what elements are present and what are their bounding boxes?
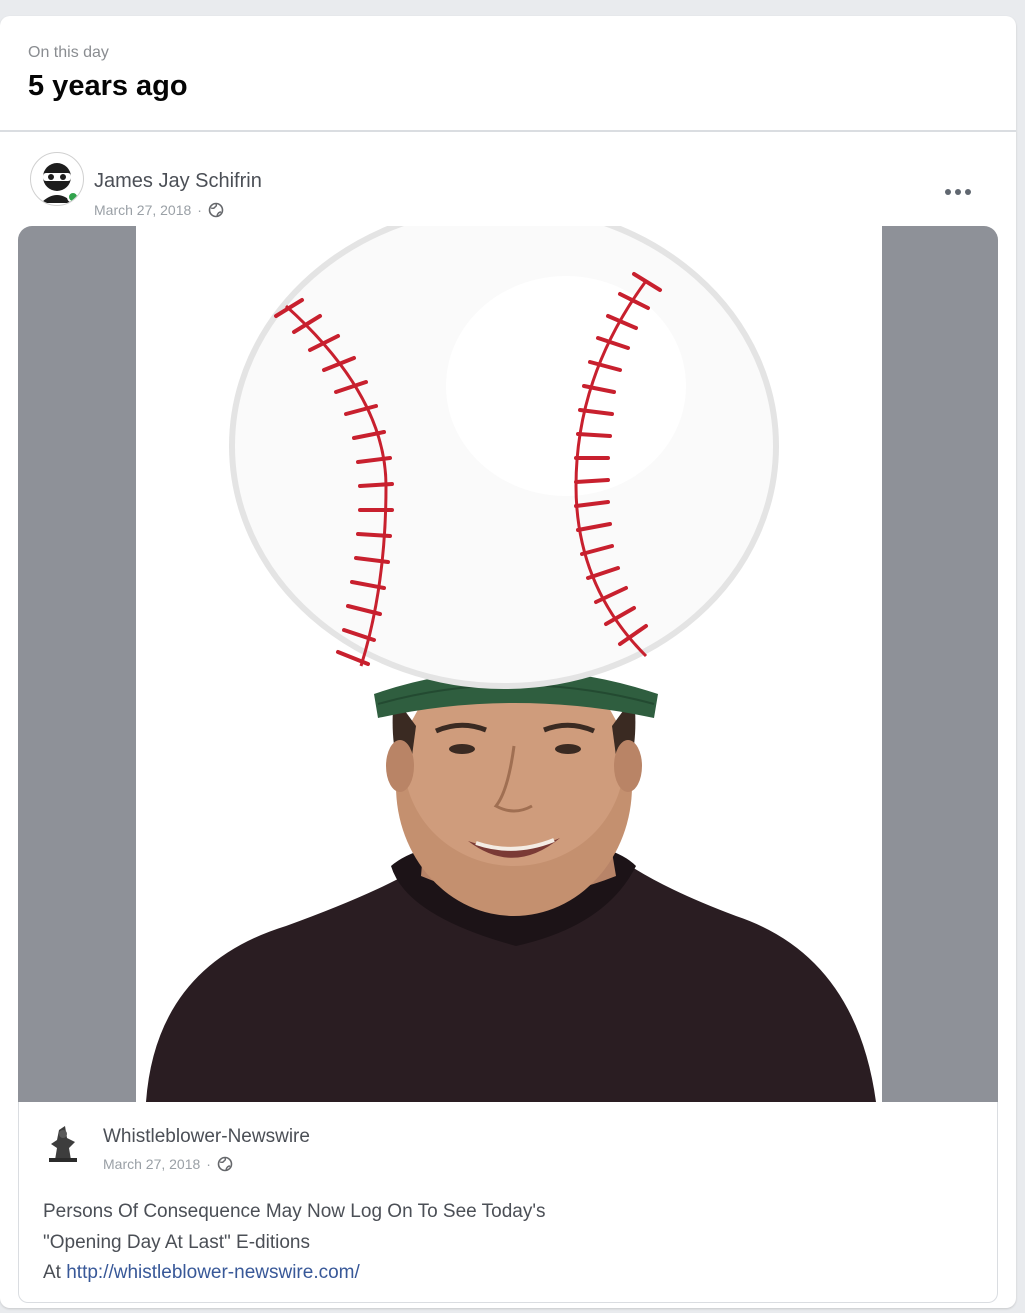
globe-icon [217,1156,233,1172]
shared-meta: March 27, 2018 · [103,1156,233,1172]
post-photo[interactable] [136,226,882,1102]
post-meta: March 27, 2018 · [94,202,224,218]
shared-link-line: At http://whistleblower-newswire.com/ [43,1262,360,1284]
memory-header: On this day 5 years ago [0,16,1016,132]
page-avatar[interactable] [41,1120,85,1164]
shared-page-name[interactable]: Whistleblower-Newswire [103,1126,310,1148]
meta-separator: · [206,1156,211,1172]
shared-text-line: Persons Of Consequence May Now Log On To… [43,1201,546,1222]
external-link[interactable]: http://whistleblower-newswire.com/ [66,1262,360,1283]
link-prefix: At [43,1262,67,1283]
shared-date[interactable]: March 27, 2018 [103,1156,200,1172]
author-avatar[interactable] [30,152,84,206]
memory-title: 5 years ago [28,70,188,102]
post-date[interactable]: March 27, 2018 [94,202,191,218]
post-header: James Jay Schifrin March 27, 2018 · [0,132,1016,228]
shared-text-line: "Opening Day At Last" E-ditions [43,1232,310,1253]
post-media[interactable] [18,226,998,1102]
shared-post-text: Persons Of Consequence May Now Log On To… [43,1196,943,1258]
meta-separator: · [197,202,202,218]
author-name[interactable]: James Jay Schifrin [94,170,262,193]
memory-label: On this day [28,44,109,61]
shared-post[interactable]: Whistleblower-Newswire March 27, 2018 · … [18,1102,998,1303]
more-options-icon[interactable] [940,174,976,210]
globe-icon [208,202,224,218]
